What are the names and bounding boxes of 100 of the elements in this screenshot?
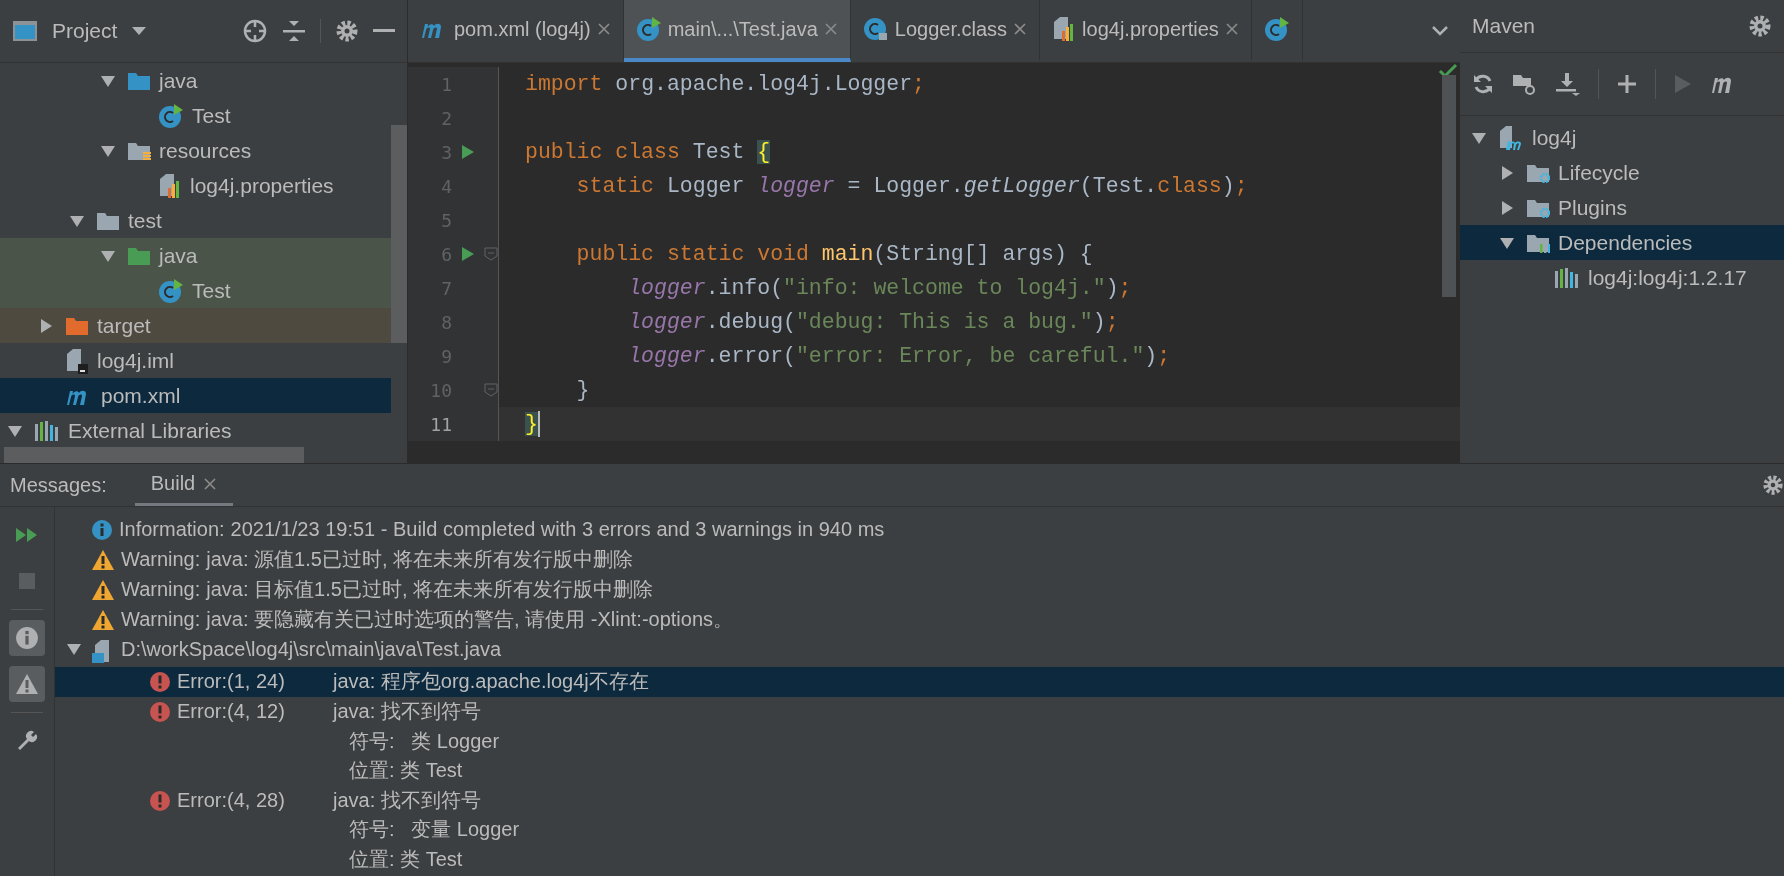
message-text: java: 要隐藏有关已过时选项的警告, 请使用 -Xlint:-options。 — [206, 607, 734, 632]
settings-icon[interactable] — [1748, 14, 1772, 38]
message-row[interactable]: Warning: java: 目标值1.5已过时, 将在未来所有发行版中删除 — [55, 575, 1784, 605]
tool-tab[interactable]: Build — [134, 464, 234, 506]
message-text: java: 程序包org.apache.log4j不存在 — [333, 669, 649, 694]
code-line: logger.error("error: Error, be careful."); — [627, 344, 1171, 368]
scrollbar[interactable] — [1442, 75, 1456, 297]
locate-icon[interactable] — [242, 18, 268, 44]
project-view-icon — [12, 20, 38, 42]
scrollbar[interactable] — [4, 447, 304, 463]
close-icon[interactable] — [596, 22, 611, 36]
library-icon — [34, 419, 60, 442]
panel-title: Messages: — [10, 473, 107, 497]
class-icon — [635, 16, 662, 42]
minimize-icon[interactable] — [373, 28, 395, 34]
error-icon — [149, 671, 171, 693]
message-row[interactable]: D:\workSpace\log4j\src\main\java\Test.java — [55, 635, 1784, 667]
message-text: 符号: 变量 Logger — [348, 817, 520, 842]
tree-item[interactable]: target — [0, 308, 391, 343]
resources-folder-icon — [127, 140, 151, 161]
panel-title: Project — [52, 19, 118, 43]
folder-refresh-icon[interactable] — [1512, 73, 1536, 95]
code-line: public class Test { — [524, 140, 771, 164]
warning-filter-toggle[interactable] — [9, 666, 45, 702]
tree-item[interactable]: log4j.properties — [0, 168, 391, 203]
tree-item[interactable]: Lifecycle — [1460, 155, 1784, 190]
settings-icon[interactable] — [1762, 474, 1784, 496]
plus-icon[interactable] — [1617, 74, 1637, 94]
code-line: import org.apache.log4j.Logger; — [524, 72, 925, 96]
class-icon — [158, 277, 184, 304]
info-filter-toggle[interactable] — [9, 620, 45, 656]
message-text: 符号: 类 Logger — [348, 728, 500, 754]
class-icon — [862, 16, 889, 42]
message-row[interactable]: Error:(1, 24) java: 程序包org.apache.log4j不存在 — [55, 667, 1784, 697]
editor-tab[interactable]: log4j.properties — [1040, 0, 1252, 62]
message-text: java: 找不到符号 — [333, 787, 482, 813]
stop-icon — [19, 573, 35, 589]
info-icon — [91, 519, 113, 541]
panel-title: Maven — [1472, 14, 1536, 38]
error-icon — [149, 701, 171, 723]
message-row[interactable]: Information: 2021/1/23 19:51 - Build completed with 3 errors and 3 warnings in 940 ms — [55, 515, 1784, 545]
message-label: Error:(1, 24) — [177, 669, 286, 694]
maven-module-icon — [1498, 124, 1524, 151]
code-line: static Logger logger = Logger.getLogger(Test.class); — [575, 174, 1248, 198]
scrollbar[interactable] — [391, 125, 407, 343]
settings-icon[interactable] — [335, 19, 359, 43]
expand-arrow-icon[interactable] — [1499, 164, 1515, 181]
info-icon — [15, 626, 39, 650]
refresh-icon[interactable] — [1472, 73, 1494, 95]
run-icon[interactable] — [461, 144, 475, 160]
message-row[interactable]: Warning: java: 要隐藏有关已过时选项的警告, 请使用 -Xlint:-options。 — [55, 605, 1784, 635]
message-text: 位置: 类 Test — [348, 758, 464, 783]
expand-arrow-icon[interactable] — [38, 317, 54, 334]
tree-item[interactable]: External Libraries — [0, 413, 391, 448]
code-line: } — [575, 378, 590, 402]
error-icon — [149, 789, 171, 812]
collapse-all-icon[interactable] — [282, 19, 306, 43]
library-folder-icon — [1526, 232, 1550, 253]
class-icon — [1263, 16, 1290, 42]
message-row[interactable]: Warning: java: 源值1.5已过时, 将在未来所有发行版中删除 — [55, 545, 1784, 575]
close-icon[interactable] — [1224, 22, 1239, 36]
tree-item[interactable]: log4j — [1460, 120, 1784, 155]
dropdown-caret-icon[interactable] — [131, 26, 148, 36]
tree-item[interactable]: log4j:log4j:1.2.17 — [1460, 260, 1784, 295]
tree-item[interactable]: log4j.iml — [0, 343, 391, 378]
tree-item[interactable]: test — [0, 203, 391, 238]
tree-item[interactable]: Test — [0, 98, 391, 133]
folder-icon — [127, 70, 151, 91]
editor-tab[interactable]: pom.xml (log4j) — [408, 0, 624, 62]
line-number: 11 — [429, 413, 452, 435]
download-icon[interactable] — [1554, 72, 1580, 96]
tree-item[interactable]: Test — [0, 273, 391, 308]
gear-folder-icon — [1526, 162, 1550, 183]
message-row[interactable]: Error:(4, 28) java: 找不到符号 符号: 变量 Logger 位置: 类 Test — [55, 785, 1784, 874]
message-text: java: 源值1.5已过时, 将在未来所有发行版中删除 — [206, 547, 633, 572]
editor-tab[interactable]: main\...\Test.java — [623, 0, 851, 62]
tree-item[interactable]: java — [0, 63, 391, 98]
folder-icon — [65, 315, 89, 336]
tree-item[interactable]: Plugins — [1460, 190, 1784, 225]
message-text: 位置: 类 Test — [348, 846, 464, 872]
gear-folder-icon — [1526, 197, 1550, 218]
tree-item[interactable]: resources — [0, 133, 391, 168]
close-icon[interactable] — [1013, 22, 1028, 36]
code-line: logger.info("info: welcome to log4j."); — [627, 276, 1132, 300]
close-icon[interactable] — [203, 476, 218, 491]
chevron-down-icon[interactable] — [1431, 25, 1449, 37]
tree-item[interactable]: pom.xml — [0, 378, 391, 413]
file-path: D:\workSpace\log4j\src\main\java\Test.java — [121, 637, 502, 662]
library-icon — [1554, 266, 1580, 289]
collapse-arrow-icon[interactable] — [66, 641, 82, 657]
tree-item[interactable]: java — [0, 238, 391, 273]
editor-tab[interactable]: Logger.class — [850, 0, 1041, 62]
message-label: Error:(4, 12) — [177, 699, 286, 724]
run-icon[interactable] — [461, 246, 475, 262]
message-label: Error:(4, 28) — [177, 787, 286, 813]
class-icon — [158, 102, 184, 129]
expand-arrow-icon[interactable] — [1499, 199, 1515, 216]
tree-item[interactable]: Dependencies — [1460, 225, 1784, 260]
code-line: public static void main(String[] args) { — [575, 242, 1093, 266]
message-text: java: 目标值1.5已过时, 将在未来所有发行版中删除 — [206, 577, 653, 602]
